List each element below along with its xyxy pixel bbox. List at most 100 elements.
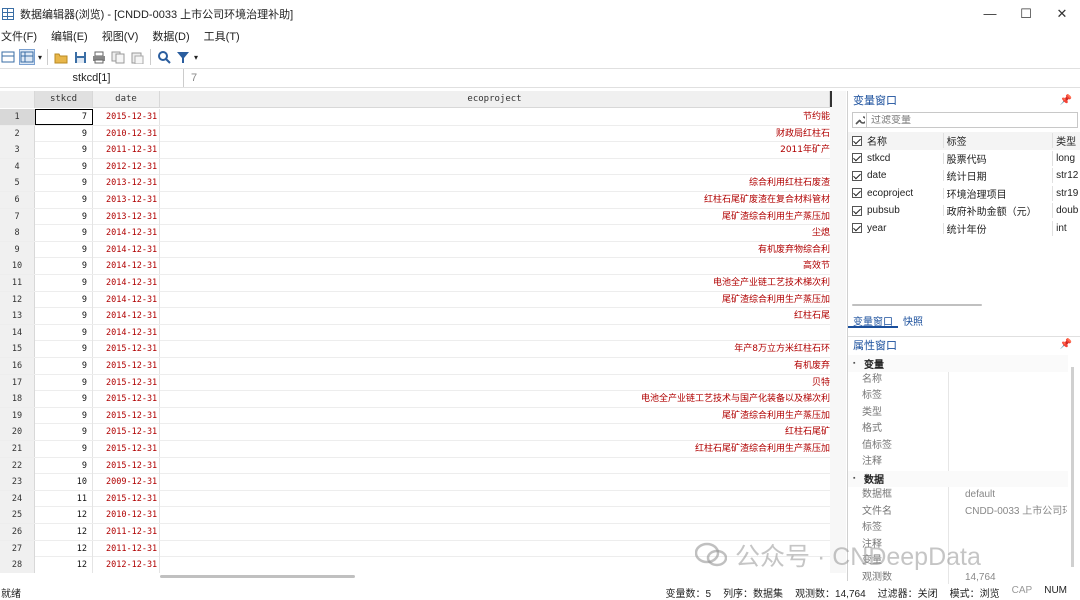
table-row[interactable]: 28 12 2012-12-31 [0, 557, 830, 573]
row-number-cell[interactable]: 22 [0, 457, 35, 474]
date-cell[interactable]: 2014-12-31 [93, 225, 160, 242]
stkcd-cell[interactable]: 12 [35, 524, 93, 540]
ecoproject-cell[interactable] [160, 458, 830, 474]
row-number-cell[interactable]: 20 [0, 424, 35, 441]
table-row[interactable]: 11 9 2014-12-31 电池全产业链工艺技术梯次利 [0, 275, 830, 292]
dropdown-arrow-icon[interactable]: ▾ [38, 53, 42, 62]
row-number-cell[interactable]: 16 [0, 358, 35, 374]
property-value[interactable]: default [949, 487, 1067, 504]
variable-row[interactable]: year 统计年份 int [848, 220, 1080, 238]
property-row[interactable]: 名称 [848, 371, 1068, 389]
row-number-cell[interactable]: 19 [0, 407, 35, 424]
stkcd-cell[interactable]: 9 [35, 391, 93, 408]
date-cell[interactable]: 2015-12-31 [93, 490, 160, 507]
property-row[interactable]: 格式 [848, 421, 1068, 438]
ecoproject-cell[interactable]: 综合利用红柱石废渣 [160, 175, 830, 191]
date-cell[interactable]: 2010-12-31 [93, 507, 160, 524]
property-row[interactable]: 注释 [848, 454, 1068, 471]
date-cell[interactable]: 2013-12-31 [93, 175, 160, 192]
table-row[interactable]: 22 9 2015-12-31 [0, 457, 830, 475]
minimize-button[interactable]: — [972, 0, 1008, 27]
ecoproject-cell[interactable]: 电池全产业链工艺技术梯次利 [160, 275, 830, 291]
tab-variables[interactable]: 变量窗口 [848, 312, 898, 328]
variable-row[interactable]: pubsub 政府补助金额（元） doub [848, 202, 1080, 220]
date-cell[interactable]: 2014-12-31 [93, 308, 160, 325]
property-value[interactable] [949, 388, 1067, 405]
property-value[interactable] [949, 553, 1067, 570]
table-row[interactable]: 13 9 2014-12-31 红柱石尾 [0, 308, 830, 325]
stkcd-cell[interactable]: 9 [35, 374, 93, 391]
properties-section[interactable]: ▪ 数据 [848, 470, 1068, 487]
variable-visible-checkbox[interactable] [852, 153, 862, 164]
ecoproject-cell[interactable] [160, 557, 830, 573]
ecoproject-cell[interactable] [160, 524, 830, 540]
date-cell[interactable]: 2010-12-31 [93, 125, 160, 142]
menu-edit[interactable]: 编辑(E) [51, 28, 96, 44]
table-row[interactable]: 18 9 2015-12-31 电池全产业链工艺技术与国产化装备以及梯次利 [0, 391, 830, 408]
filter-icon[interactable] [175, 49, 191, 65]
row-number-cell[interactable]: 21 [0, 441, 35, 457]
stkcd-cell[interactable]: 9 [35, 241, 93, 258]
row-number-cell[interactable]: 27 [0, 540, 35, 557]
date-cell[interactable]: 2015-12-31 [93, 424, 160, 441]
date-cell[interactable]: 2015-12-31 [93, 109, 160, 125]
date-cell[interactable]: 2011-12-31 [93, 524, 160, 540]
ecoproject-cell[interactable]: 尾矿渣综合利用生产蒸压加 [160, 209, 830, 225]
column-header-ecoproject[interactable]: ecoproject [160, 91, 830, 108]
row-number-cell[interactable]: 12 [0, 291, 35, 308]
variable-row[interactable]: ecoproject 环境治理项目 str19 [848, 185, 1080, 203]
variable-visible-checkbox[interactable] [852, 188, 862, 199]
stkcd-cell[interactable]: 9 [35, 158, 93, 175]
table-row[interactable]: 24 11 2015-12-31 [0, 490, 830, 508]
table-row[interactable]: 25 12 2010-12-31 [0, 507, 830, 524]
properties-section[interactable]: ▪ 变量 [848, 355, 1068, 372]
collapse-icon[interactable]: ▪ [853, 475, 855, 482]
row-number-cell[interactable]: 17 [0, 374, 35, 391]
variable-row[interactable]: stkcd 股票代码 long [848, 150, 1080, 168]
stkcd-cell[interactable]: 9 [35, 407, 93, 424]
grid-horizontal-scrollbar[interactable] [0, 573, 846, 581]
date-cell[interactable]: 2012-12-31 [93, 158, 160, 175]
table-row[interactable]: 27 12 2011-12-31 [0, 540, 830, 558]
date-cell[interactable]: 2011-12-31 [93, 142, 160, 159]
stkcd-cell[interactable]: 9 [35, 291, 93, 308]
date-cell[interactable]: 2009-12-31 [93, 474, 160, 491]
variables-header-label[interactable]: 标签 [944, 133, 1054, 149]
row-number-cell[interactable]: 25 [0, 507, 35, 524]
property-row[interactable]: 数据框 default [848, 487, 1068, 504]
property-value[interactable] [949, 537, 1067, 554]
property-value[interactable] [949, 405, 1067, 422]
menu-tools[interactable]: 工具(T) [204, 28, 248, 44]
table-row[interactable]: 17 9 2015-12-31 贝特 [0, 374, 830, 392]
date-cell[interactable]: 2011-12-31 [93, 540, 160, 557]
table-row[interactable]: 8 9 2014-12-31 尘熄 [0, 225, 830, 242]
ecoproject-cell[interactable]: 红柱石尾矿渣综合利用生产蒸压加 [160, 441, 830, 457]
ecoproject-cell[interactable]: 有机废弃物综合利 [160, 242, 830, 258]
ecoproject-cell[interactable]: 尾矿渣综合利用生产蒸压加 [160, 292, 830, 308]
search-icon[interactable] [156, 49, 172, 65]
row-number-cell[interactable]: 9 [0, 241, 35, 258]
property-row[interactable]: 标签 [848, 388, 1068, 405]
filter-dropdown-icon[interactable]: ▾ [194, 53, 198, 62]
table-row[interactable]: 4 9 2012-12-31 [0, 158, 830, 176]
row-number-cell[interactable]: 11 [0, 275, 35, 291]
table-row[interactable]: 1 7 2015-12-31 节约能 [0, 109, 830, 126]
table-row[interactable]: 19 9 2015-12-31 尾矿渣综合利用生产蒸压加 [0, 407, 830, 425]
ecoproject-cell[interactable] [160, 325, 830, 341]
table-row[interactable]: 21 9 2015-12-31 红柱石尾矿渣综合利用生产蒸压加 [0, 441, 830, 458]
stkcd-cell[interactable]: 9 [35, 208, 93, 225]
ecoproject-cell[interactable] [160, 507, 830, 523]
stkcd-cell[interactable]: 12 [35, 540, 93, 557]
row-number-cell[interactable]: 23 [0, 474, 35, 491]
stkcd-cell[interactable]: 9 [35, 258, 93, 275]
row-number-cell[interactable]: 15 [0, 341, 35, 358]
property-value[interactable] [949, 372, 1067, 389]
property-value[interactable] [949, 438, 1067, 455]
variables-horizontal-scrollbar[interactable] [852, 304, 982, 306]
date-cell[interactable]: 2015-12-31 [93, 358, 160, 374]
stkcd-cell[interactable]: 11 [35, 490, 93, 507]
grid-vertical-scroll-thumb[interactable] [830, 91, 832, 107]
menu-view[interactable]: 视图(V) [102, 28, 147, 44]
column-header-date[interactable]: date [93, 91, 160, 108]
menu-data[interactable]: 数据(D) [152, 28, 197, 44]
